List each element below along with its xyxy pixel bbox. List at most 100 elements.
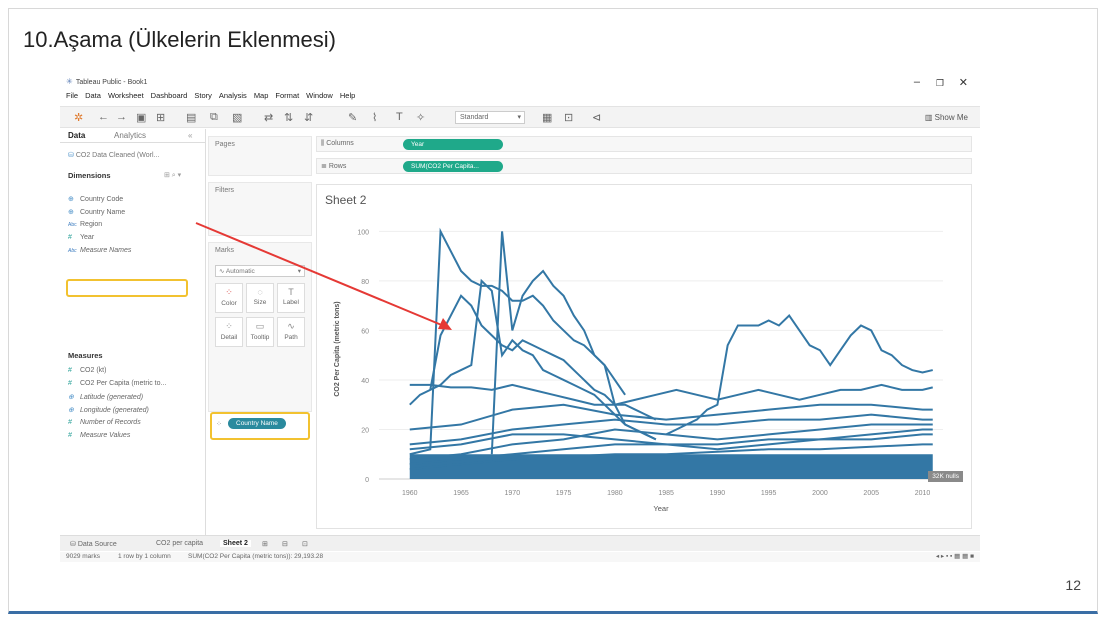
nulls-badge[interactable]: 32K nulls — [928, 471, 963, 482]
pages-card[interactable]: Pages — [208, 136, 312, 176]
tab-analytics[interactable]: Analytics — [114, 131, 146, 140]
duplicate-icon[interactable]: ⧉ — [210, 111, 218, 124]
dimensions-header: Dimensions — [68, 171, 111, 180]
field-measure-names[interactable]: Abc Measure Names — [68, 247, 131, 254]
datasource-item[interactable]: ⛁ CO2 Data Cleaned (Worl... — [68, 151, 159, 159]
field-country-name[interactable]: ⊕ Country Name — [68, 208, 125, 216]
show-me-button[interactable]: ▥ Show Me — [925, 113, 968, 122]
share-icon[interactable]: ⊲ — [592, 111, 601, 124]
sort-desc-icon[interactable]: ⇵ — [304, 111, 313, 124]
hash-icon: # — [68, 367, 72, 374]
back-icon[interactable]: ← — [98, 111, 109, 123]
field-label: Country Name — [80, 209, 126, 216]
app-title: ✳ Tableau Public - Book1 — [66, 78, 148, 87]
field-co2-per-capita-metric-to[interactable]: # CO2 Per Capita (metric to... — [68, 380, 166, 387]
mark-type-select[interactable]: ∿ Automatic ▾ — [215, 265, 305, 277]
highlight-icon[interactable]: ✎ — [348, 111, 357, 124]
co2-per-capita-pill[interactable]: SUM(CO2 Per Capita... — [403, 161, 503, 172]
menu-item-story[interactable]: Story — [194, 91, 212, 100]
sort-asc-icon[interactable]: ⇅ — [284, 111, 293, 124]
x-tick-label: 1960 — [402, 490, 418, 497]
marks-button-label: Color — [221, 300, 237, 307]
menu-item-worksheet[interactable]: Worksheet — [108, 91, 144, 100]
tab-sheet-2[interactable]: Sheet 2 — [220, 540, 251, 547]
abc-icon: Abc — [68, 222, 77, 228]
field-region[interactable]: Abc Region — [68, 221, 102, 228]
path-icon: ∿ — [287, 321, 295, 331]
tab-co2-per-capita[interactable]: CO2 per capita — [156, 540, 203, 547]
y-tick-label: 100 — [357, 229, 369, 236]
close-icon[interactable]: ✕ — [959, 76, 968, 89]
filters-card[interactable]: Filters — [208, 182, 312, 236]
field-latitude-generated[interactable]: ⊕ Latitude (generated) — [68, 393, 143, 401]
field-measure-values[interactable]: # Measure Values — [68, 432, 130, 439]
app-title-text: Tableau Public - Book1 — [75, 79, 148, 86]
new-worksheet-icon[interactable]: ⊞ — [262, 540, 268, 548]
forward-icon[interactable]: → — [116, 111, 127, 123]
status-sum: SUM(CO2 Per Capita (metric tons)): 29,19… — [188, 553, 324, 560]
menu-item-analysis[interactable]: Analysis — [219, 91, 247, 100]
field-year[interactable]: # Year — [68, 234, 94, 241]
collapse-icon[interactable]: « — [188, 131, 192, 140]
pin-icon[interactable]: ✧ — [416, 111, 425, 124]
menu-item-format[interactable]: Format — [275, 91, 299, 100]
menu-item-map[interactable]: Map — [254, 91, 269, 100]
minimize-icon[interactable]: – — [914, 76, 920, 88]
field-number-of-records[interactable]: # Number of Records — [68, 419, 141, 426]
marks-button-label: Label — [283, 299, 299, 306]
country-name-detail-pill[interactable]: Country Name — [228, 418, 286, 429]
labels-icon[interactable]: T — [396, 111, 403, 123]
line-chart[interactable]: 0 20 40 60 80 100 1960 1965 1970 1975 1980 1985 1990… — [317, 185, 973, 530]
menu-item-help[interactable]: Help — [340, 91, 355, 100]
menu-item-data[interactable]: Data — [85, 91, 101, 100]
x-tick-label: 1985 — [658, 490, 674, 497]
rows-label: ≣ Rows — [321, 162, 346, 170]
chevron-down-icon: ▾ — [517, 114, 521, 121]
tableau-icon[interactable]: ✲ — [74, 111, 83, 124]
status-rows: 1 row by 1 column — [118, 553, 171, 560]
save-icon[interactable]: ▣ — [136, 111, 146, 124]
marks-tooltip-button[interactable]: ▭ Tooltip — [246, 317, 274, 347]
marks-color-button[interactable]: ⁘ Color — [215, 283, 243, 313]
restore-icon[interactable]: ❐ — [936, 78, 944, 89]
columns-label-text: Columns — [326, 140, 354, 147]
menu-item-file[interactable]: File — [66, 91, 78, 100]
marks-size-button[interactable]: ◌ Size — [246, 283, 274, 313]
field-co2-kt[interactable]: # CO2 (kt) — [68, 367, 106, 374]
marks-button-label: Path — [284, 334, 298, 341]
presentation-icon[interactable]: ▦ — [542, 111, 552, 124]
marks-detail-button[interactable]: ⁘ Detail — [215, 317, 243, 347]
tab-data[interactable]: Data — [68, 131, 85, 140]
marks-label-button[interactable]: T Label — [277, 283, 305, 313]
status-bar: 9029 marks 1 row by 1 column SUM(CO2 Per… — [60, 552, 980, 562]
columns-shelf[interactable]: ⫼ Columns Year — [316, 136, 972, 152]
menu-bar: File Data Worksheet Dashboard Story Analysis M… — [60, 91, 355, 103]
swap-icon[interactable]: ⇄ — [264, 111, 273, 124]
view-toggle-icon[interactable]: ◂ ▸ ▪ ▪ ▦ ▦ ■ — [936, 552, 974, 560]
fit-select[interactable]: Standard ▾ — [455, 111, 525, 124]
rows-shelf[interactable]: ≣ Rows SUM(CO2 Per Capita... — [316, 158, 972, 174]
tab-data-source[interactable]: ⛁ Data Source — [70, 540, 117, 548]
marks-path-button[interactable]: ∿ Path — [277, 317, 305, 347]
add-datasource-icon[interactable]: ⊞ — [156, 111, 165, 124]
new-sheet-icon[interactable]: ▤ — [186, 111, 196, 124]
group-icon[interactable]: ⌇ — [372, 111, 377, 124]
marks-button-label: Size — [253, 299, 267, 306]
year-pill[interactable]: Year — [403, 139, 503, 150]
new-story-icon[interactable]: ⊡ — [302, 540, 308, 548]
low-value-band — [409, 454, 933, 479]
search-icon[interactable]: ⊞ ⌕ ▾ — [164, 171, 181, 180]
columns-icon: ⫼ — [321, 140, 325, 147]
menu-item-window[interactable]: Window — [306, 91, 333, 100]
clear-sheet-icon[interactable]: ▧ — [232, 111, 242, 124]
data-pane: Data Analytics « ⛁ CO2 Data Cleaned (Wor… — [60, 129, 206, 537]
series-line[interactable] — [429, 294, 657, 421]
field-longitude-generated[interactable]: ⊕ Longitude (generated) — [68, 406, 149, 414]
series-line[interactable] — [409, 383, 933, 406]
new-dashboard-icon[interactable]: ⊟ — [282, 540, 288, 548]
menu-item-dashboard[interactable]: Dashboard — [151, 91, 188, 100]
page-number: 12 — [1065, 577, 1081, 593]
field-label: Latitude (generated) — [80, 394, 144, 401]
field-country-code[interactable]: ⊕ Country Code — [68, 195, 123, 203]
tooltip-icon[interactable]: ⊡ — [564, 111, 573, 124]
